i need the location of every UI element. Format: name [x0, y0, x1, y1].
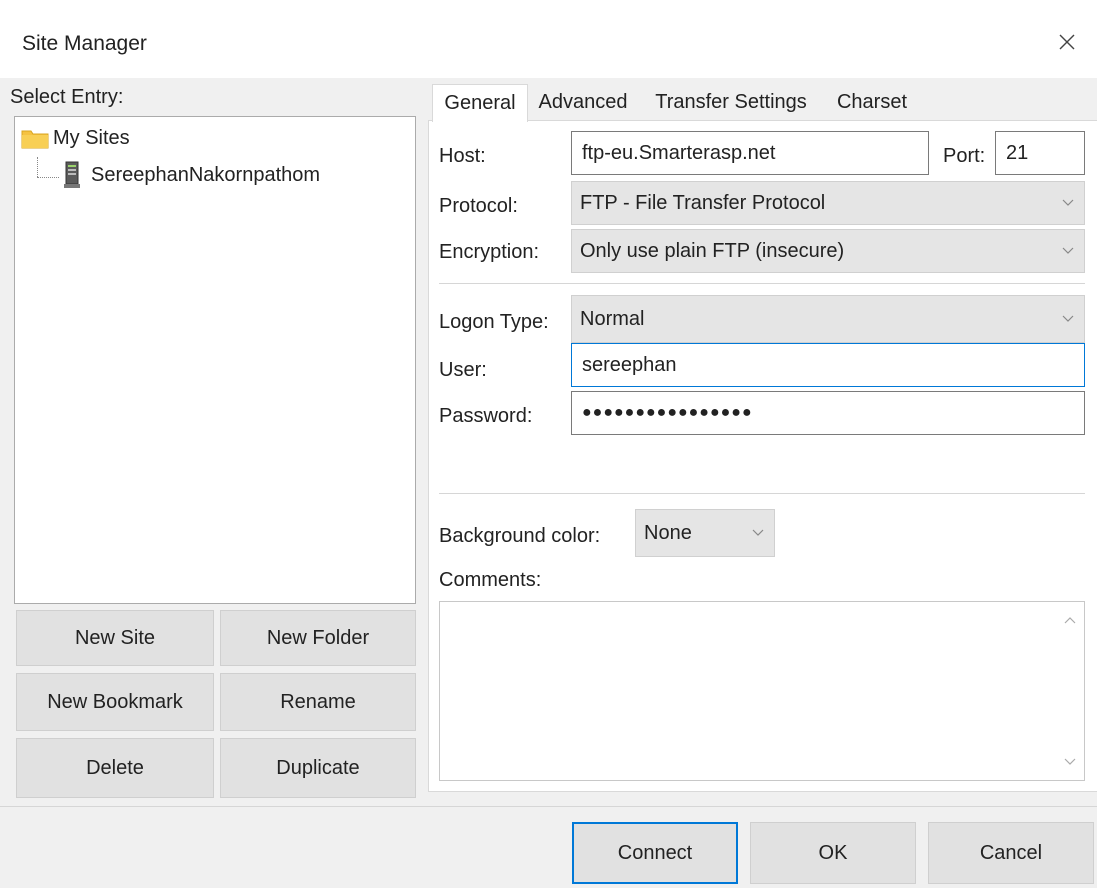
cancel-button[interactable]: Cancel	[928, 822, 1094, 884]
port-input[interactable]: 21	[995, 131, 1085, 175]
new-folder-button[interactable]: New Folder	[220, 610, 416, 666]
close-icon	[1059, 34, 1075, 50]
background-color-value: None	[644, 521, 692, 544]
server-icon	[64, 161, 80, 188]
tab-transfer-settings[interactable]: Transfer Settings	[640, 84, 822, 120]
tab-charset[interactable]: Charset	[824, 84, 920, 120]
site-tree[interactable]: My Sites SereephanNakornpathom	[14, 116, 416, 604]
chevron-down-icon	[1062, 315, 1074, 322]
background-color-select[interactable]: None	[635, 509, 775, 557]
comments-textarea[interactable]	[439, 601, 1085, 781]
folder-icon	[21, 130, 49, 148]
host-input[interactable]: ftp-eu.Smarterasp.net	[571, 131, 929, 175]
tree-node-label: SereephanNakornpathom	[91, 163, 321, 186]
protocol-label: Protocol:	[439, 195, 518, 217]
scroll-up-icon[interactable]	[1064, 616, 1076, 624]
chevron-down-icon	[1062, 199, 1074, 206]
tree-connector	[37, 157, 38, 177]
user-label: User:	[439, 359, 487, 381]
chevron-down-icon	[1062, 247, 1074, 254]
connect-button[interactable]: Connect	[572, 822, 738, 884]
chevron-down-icon	[752, 529, 764, 536]
tab-general[interactable]: General	[432, 84, 528, 122]
tab-advanced[interactable]: Advanced	[528, 84, 638, 120]
logon-type-value: Normal	[580, 307, 645, 330]
encryption-label: Encryption:	[439, 241, 540, 263]
separator	[439, 493, 1085, 494]
site-manager-window: Site Manager Select Entry: My Sites Sere…	[0, 0, 1097, 888]
close-button[interactable]	[1047, 24, 1087, 60]
logon-type-select[interactable]: Normal	[571, 295, 1085, 343]
password-input[interactable]: ●●●●●●●●●●●●●●●●	[571, 391, 1085, 435]
background-color-label: Background color:	[439, 525, 601, 547]
new-site-button[interactable]: New Site	[16, 610, 214, 666]
encryption-select[interactable]: Only use plain FTP (insecure)	[571, 229, 1085, 273]
delete-button[interactable]: Delete	[16, 738, 214, 798]
ok-button[interactable]: OK	[750, 822, 916, 884]
tree-node-label: My Sites	[53, 127, 130, 149]
comments-label: Comments:	[439, 569, 542, 591]
select-entry-label: Select Entry:	[10, 86, 124, 108]
tree-node-site[interactable]: SereephanNakornpathom	[61, 159, 326, 191]
new-bookmark-button[interactable]: New Bookmark	[16, 673, 214, 731]
general-panel: Host: ftp-eu.Smarterasp.net Port: 21 Pro…	[428, 120, 1097, 792]
scroll-down-icon[interactable]	[1064, 758, 1076, 766]
tree-node-my-sites[interactable]: My Sites	[21, 127, 130, 150]
host-label: Host:	[439, 145, 486, 167]
window-title: Site Manager	[22, 32, 147, 55]
encryption-value: Only use plain FTP (insecure)	[580, 239, 845, 262]
password-label: Password:	[439, 405, 533, 427]
title-bar: Site Manager	[0, 0, 1097, 78]
separator	[439, 283, 1085, 284]
protocol-select[interactable]: FTP - File Transfer Protocol	[571, 181, 1085, 225]
port-label: Port:	[943, 145, 986, 167]
footer-separator	[0, 806, 1097, 807]
logon-type-label: Logon Type:	[439, 311, 549, 333]
protocol-value: FTP - File Transfer Protocol	[580, 191, 826, 214]
duplicate-button[interactable]: Duplicate	[220, 738, 416, 798]
tree-connector	[37, 177, 59, 178]
rename-button[interactable]: Rename	[220, 673, 416, 731]
user-input[interactable]: sereephan	[571, 343, 1085, 387]
